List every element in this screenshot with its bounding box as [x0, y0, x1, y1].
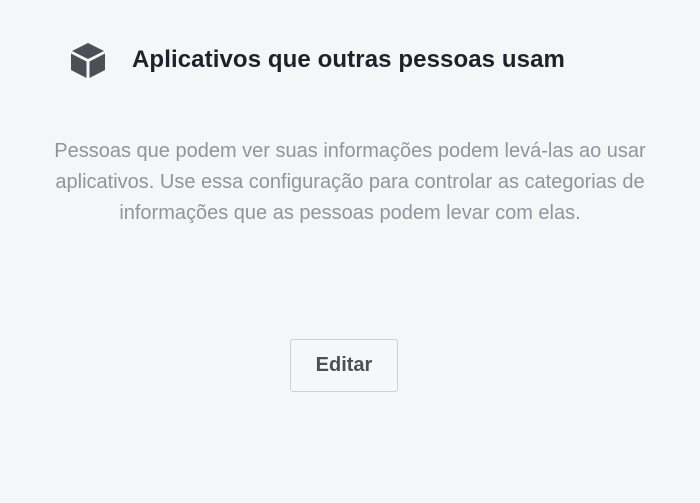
box-icon [68, 40, 108, 80]
edit-button[interactable]: Editar [290, 339, 398, 392]
section-title: Aplicativos que outras pessoas usam [132, 46, 565, 73]
apps-others-use-panel: Aplicativos que outras pessoas usam Pess… [0, 0, 700, 503]
section-description: Pessoas que podem ver suas informações p… [54, 140, 646, 224]
section-header: Aplicativos que outras pessoas usam [68, 38, 565, 82]
